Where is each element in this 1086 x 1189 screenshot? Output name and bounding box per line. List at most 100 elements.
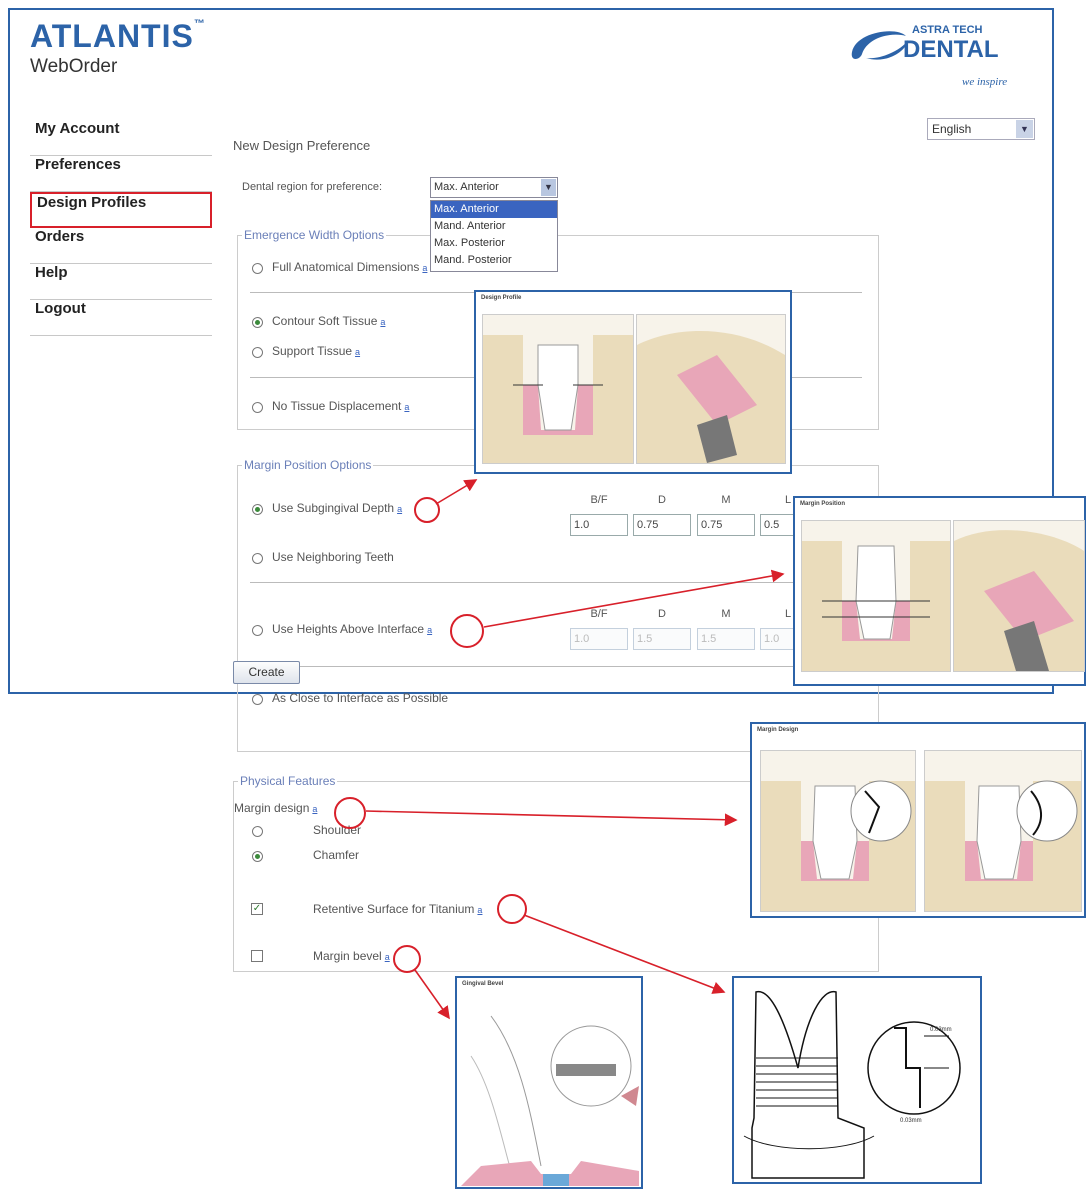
col-header-bf: B/F (590, 608, 608, 620)
full-anatomical-label: Full Anatomical Dimensions a (272, 260, 428, 274)
shoulder-design-icon (761, 751, 915, 911)
region-option[interactable]: Max. Posterior (431, 235, 557, 252)
info-link[interactable]: a (380, 317, 385, 327)
popup-title: Margin Design (757, 727, 799, 733)
support-tissue-radio[interactable] (252, 347, 263, 358)
subgingival-depth-label: Use Subgingival Depth a (272, 501, 403, 515)
col-header-d: D (658, 494, 666, 506)
close-to-interface-label: As Close to Interface as Possible (272, 691, 449, 705)
physical-legend: Physical Features (240, 774, 336, 788)
margin-legend: Margin Position Options (244, 458, 372, 472)
info-link[interactable]: a (397, 504, 402, 514)
depth-m-input[interactable]: 0.75 (697, 514, 755, 536)
chamfer-label: Chamfer (313, 848, 360, 862)
shoulder-radio[interactable] (252, 826, 263, 837)
dimension-label: 0.03mm (900, 1118, 922, 1124)
popup-image-panel (760, 750, 916, 912)
region-dropdown-list: Max. Anterior Mand. Anterior Max. Poster… (430, 200, 558, 272)
callout-circle (414, 497, 440, 523)
language-value: English (932, 122, 972, 136)
neighboring-teeth-label: Use Neighboring Teeth (272, 550, 394, 564)
close-to-interface-radio[interactable] (252, 694, 263, 705)
divider (250, 582, 862, 583)
popup-title: Margin Position (800, 501, 845, 507)
nav-design-profiles[interactable]: Design Profiles (30, 192, 212, 228)
chamfer-radio[interactable] (252, 851, 263, 862)
page-title: New Design Preference (233, 138, 371, 153)
sidebar-nav: My Account Preferences Design Profiles O… (30, 120, 212, 336)
margin-position-popup: Margin Position (793, 496, 1086, 686)
margin-bevel-checkbox[interactable] (251, 950, 263, 962)
chevron-down-icon: ▼ (1016, 120, 1033, 138)
subgingival-depth-radio[interactable] (252, 504, 263, 515)
callout-arrow (414, 969, 450, 1020)
full-anatomical-radio[interactable] (252, 263, 263, 274)
popup-image-panel (924, 750, 1082, 912)
neighboring-teeth-radio[interactable] (252, 553, 263, 564)
nav-orders[interactable]: Orders (30, 228, 212, 264)
callout-circle (497, 894, 527, 924)
heights-above-interface-radio[interactable] (252, 625, 263, 636)
info-link[interactable]: a (355, 347, 360, 357)
astratech-tagline: we inspire (962, 76, 1008, 88)
height-bf-input[interactable]: 1.0 (570, 628, 628, 650)
col-header-d: D (658, 608, 666, 620)
bevel-diagram-icon (461, 1015, 639, 1186)
tooth-side-icon (637, 315, 785, 463)
col-header-m: M (721, 608, 731, 620)
dimension-label: 0.03mm (930, 1027, 952, 1033)
col-header-m: M (721, 494, 731, 506)
callout-circle (393, 945, 421, 973)
info-link[interactable]: a (477, 905, 482, 915)
retentive-surface-label: Retentive Surface for Titanium a (313, 902, 483, 916)
gingival-bevel-popup: Gingival Bevel (455, 976, 643, 1189)
info-link[interactable]: a (422, 263, 427, 273)
create-button[interactable]: Create (233, 661, 300, 684)
info-link[interactable]: a (312, 804, 317, 814)
col-header-bf: B/F (590, 494, 608, 506)
info-link[interactable]: a (385, 952, 390, 962)
margin-bevel-label: Margin bevel a (313, 949, 390, 963)
nav-help[interactable]: Help (30, 264, 212, 300)
no-tissue-displacement-radio[interactable] (252, 402, 263, 413)
height-d-input[interactable]: 1.5 (633, 628, 691, 650)
retentive-surface-checkbox[interactable]: ✓ (251, 903, 263, 915)
contour-soft-tissue-radio[interactable] (252, 317, 263, 328)
atlantis-logo: ATLANTIS™ (30, 18, 206, 54)
weborder-subtitle: WebOrder (30, 56, 118, 77)
region-label: Dental region for preference: (242, 181, 383, 193)
popup-title: Gingival Bevel (462, 981, 504, 987)
region-value: Max. Anterior (434, 181, 499, 193)
info-link[interactable]: a (404, 402, 409, 412)
tooth-section-icon (483, 315, 633, 463)
popup-image-panel (953, 520, 1085, 672)
emergence-popup: Design Profile (474, 290, 792, 474)
nav-my-account[interactable]: My Account (30, 120, 212, 156)
margin-design-label: Margin design a (234, 801, 318, 815)
info-link[interactable]: a (427, 625, 432, 635)
depth-d-input[interactable]: 0.75 (633, 514, 691, 536)
popup-image-panel (482, 314, 634, 464)
height-m-input[interactable]: 1.5 (697, 628, 755, 650)
retentive-surface-popup: 0.03mm 0.03mm (732, 976, 982, 1184)
popup-image-panel (801, 520, 951, 672)
popup-image-panel (636, 314, 786, 464)
chevron-down-icon: ▼ (541, 179, 556, 196)
heights-above-interface-label: Use Heights Above Interface a (272, 622, 433, 636)
nav-logout[interactable]: Logout (30, 300, 212, 336)
no-tissue-displacement-label: No Tissue Displacement a (272, 399, 410, 413)
region-option[interactable]: Mand. Posterior (431, 252, 557, 269)
region-option[interactable]: Mand. Anterior (431, 218, 557, 235)
support-tissue-label: Support Tissue a (272, 344, 361, 358)
divider (250, 666, 862, 667)
language-select[interactable]: English ▼ (927, 118, 1035, 140)
region-option[interactable]: Max. Anterior (431, 201, 557, 218)
margin-design-popup: Margin Design (750, 722, 1086, 918)
astratech-line1: ASTRA TECH (912, 24, 983, 36)
nav-preferences[interactable]: Preferences (30, 156, 212, 192)
retentive-surface-diagram-icon (743, 991, 961, 1179)
tooth-side-icon (954, 521, 1084, 671)
region-select[interactable]: Max. Anterior ▼ (430, 177, 558, 198)
chamfer-design-icon (925, 751, 1081, 911)
depth-bf-input[interactable]: 1.0 (570, 514, 628, 536)
